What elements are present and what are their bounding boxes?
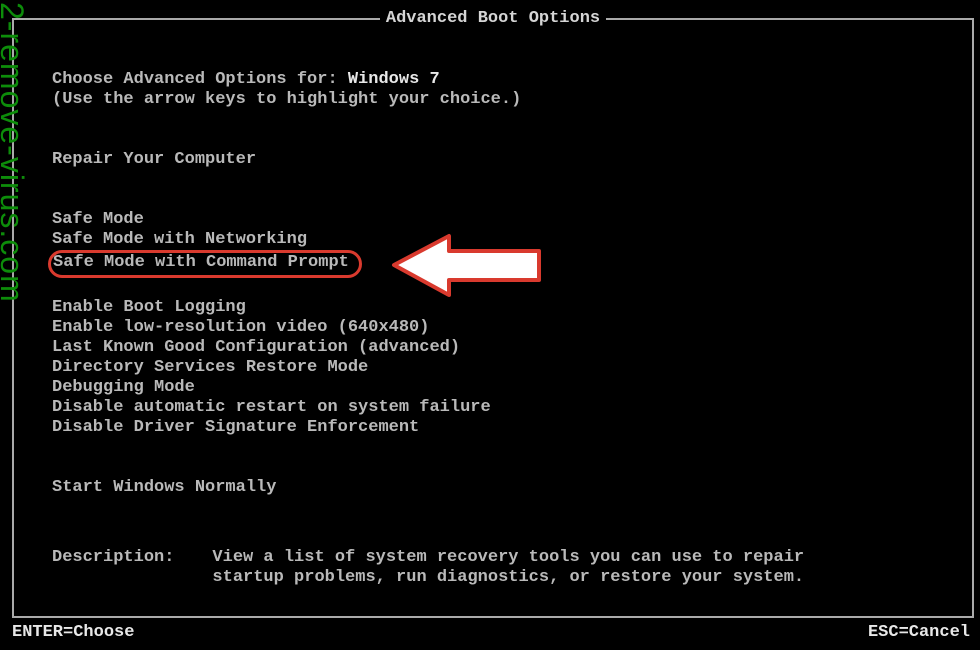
description-label: Description: <box>52 548 174 588</box>
footer-enter-label: ENTER=Choose <box>12 623 134 642</box>
option-safe-mode-networking[interactable]: Safe Mode with Networking <box>52 230 311 250</box>
footer-bar: ENTER=Choose ESC=Cancel <box>12 623 970 642</box>
title-bar: Advanced Boot Options <box>14 9 972 28</box>
choose-line: Choose Advanced Options for: Windows 7 <box>52 70 972 90</box>
option-debugging-mode[interactable]: Debugging Mode <box>52 378 199 398</box>
option-repair-computer[interactable]: Repair Your Computer <box>52 150 260 170</box>
boot-screen: Advanced Boot Options Choose Advanced Op… <box>12 18 974 618</box>
option-boot-logging[interactable]: Enable Boot Logging <box>52 298 250 318</box>
footer-esc-label: ESC=Cancel <box>868 623 970 642</box>
description-row: Description: View a list of system recov… <box>52 548 812 588</box>
option-safe-mode[interactable]: Safe Mode <box>52 210 148 230</box>
option-low-res-video[interactable]: Enable low-resolution video (640x480) <box>52 318 433 338</box>
watermark-text: 2-remove-virus.com <box>0 2 28 303</box>
instruction-line: (Use the arrow keys to highlight your ch… <box>52 90 972 110</box>
option-directory-services-restore[interactable]: Directory Services Restore Mode <box>52 358 372 378</box>
option-safe-mode-cmd-highlighted[interactable]: Safe Mode with Command Prompt <box>48 250 362 278</box>
option-last-known-good[interactable]: Last Known Good Configuration (advanced) <box>52 338 464 358</box>
option-disable-auto-restart[interactable]: Disable automatic restart on system fail… <box>52 398 495 418</box>
pointer-arrow-icon <box>384 228 549 303</box>
option-disable-driver-sig[interactable]: Disable Driver Signature Enforcement <box>52 418 423 438</box>
option-start-normally[interactable]: Start Windows Normally <box>52 478 280 498</box>
description-text: View a list of system recovery tools you… <box>212 548 812 588</box>
content-area: Choose Advanced Options for: Windows 7 (… <box>14 20 972 588</box>
page-title: Advanced Boot Options <box>380 9 606 28</box>
choose-prefix: Choose Advanced Options for: <box>52 70 348 89</box>
os-name: Windows 7 <box>348 70 440 89</box>
option-safe-mode-cmd-label: Safe Mode with Command Prompt <box>53 253 349 272</box>
